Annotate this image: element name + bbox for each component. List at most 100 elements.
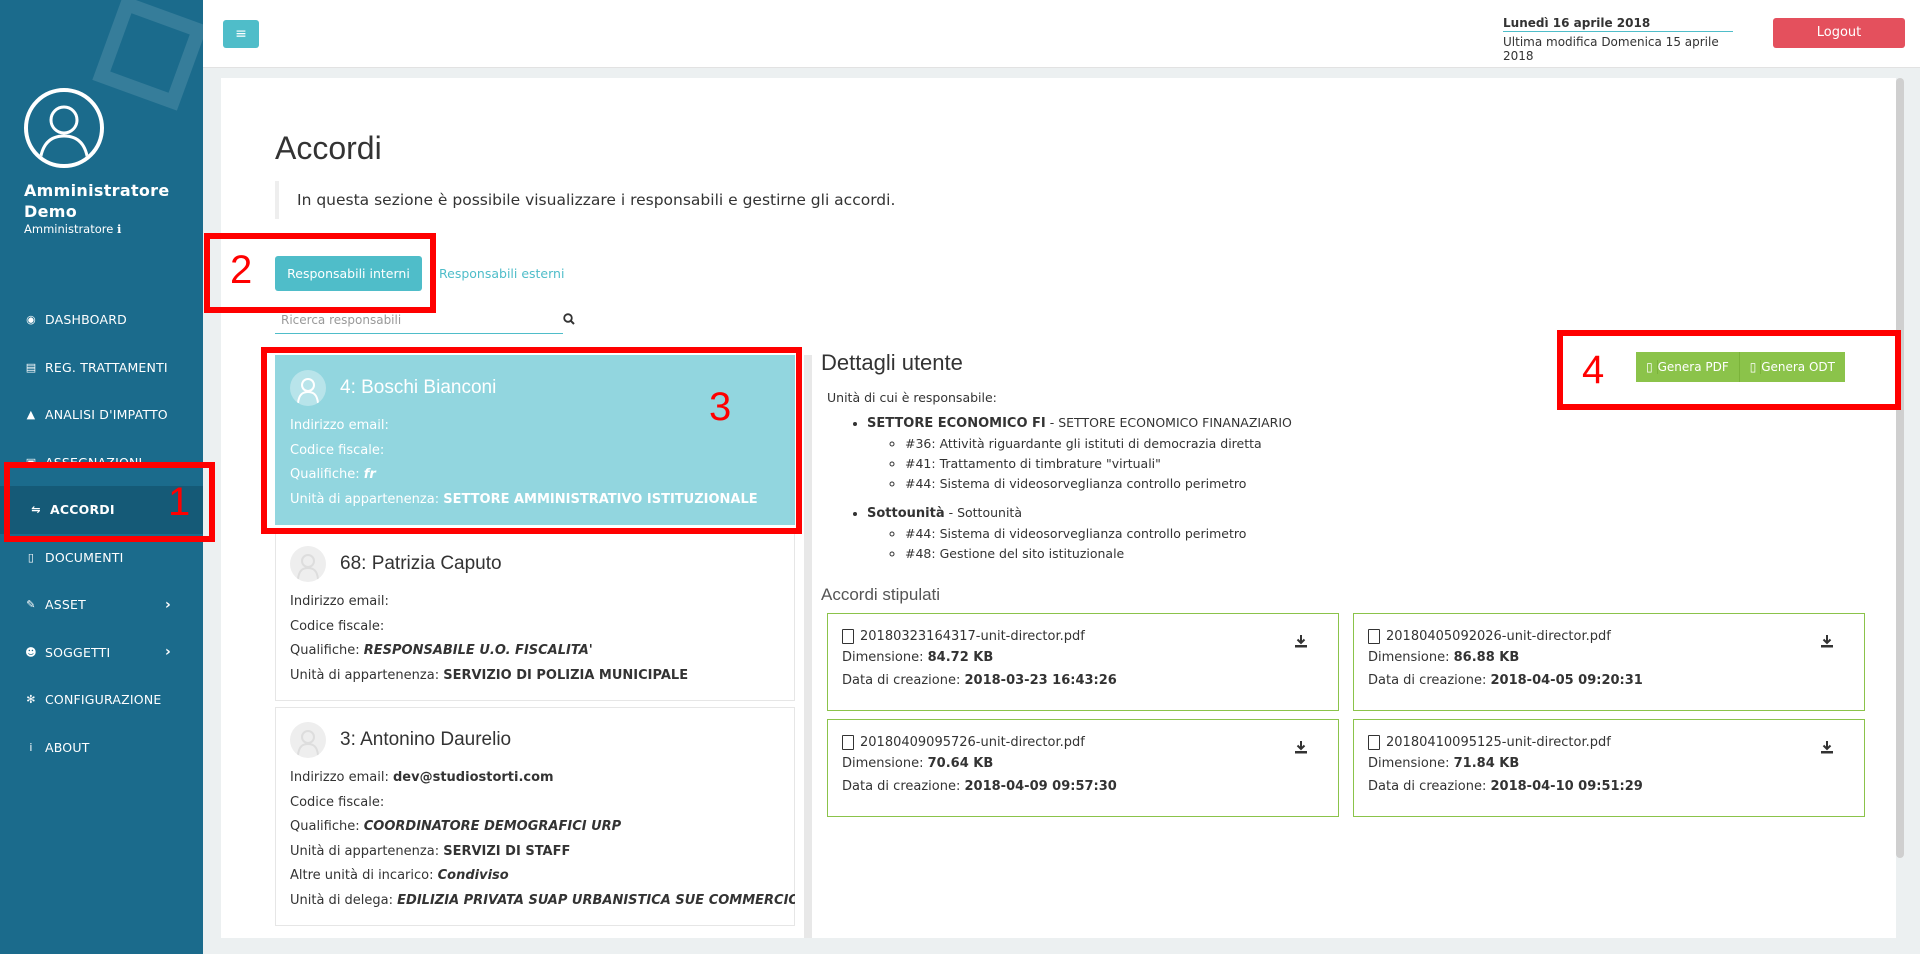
chevron-right-icon: › (165, 596, 171, 613)
user-avatar (24, 88, 104, 168)
agreement-created: Data di creazione: 2018-04-10 09:51:29 (1368, 775, 1850, 798)
agreement-size: Dimensione: 70.64 KB (842, 752, 1324, 775)
unit-item: SETTORE ECONOMICO FI - SETTORE ECONOMICO… (867, 415, 1881, 493)
field-label: Unità di appartenenza: (290, 667, 440, 683)
field-label: Indirizzo email: (290, 594, 389, 609)
created-value: 2018-04-10 09:51:29 (1490, 779, 1643, 794)
size-value: 86.88 KB (1453, 650, 1520, 665)
last-modified: Ultima modifica Domenica 15 aprile 2018 (1503, 35, 1719, 63)
field-label: Qualifiche: (290, 643, 360, 658)
sidebar-item-soggetti[interactable]: ☻ SOGGETTI › (0, 629, 203, 677)
manager-name: 3: Antonino Daurelio (340, 729, 512, 750)
agreement-created: Data di creazione: 2018-04-09 09:57:30 (842, 775, 1324, 798)
agreement-card: 20180410095125-unit-director.pdf Dimensio… (1353, 719, 1865, 817)
sidebar-item-about[interactable]: i ABOUT (0, 724, 203, 772)
file-pdf-icon (842, 628, 854, 644)
agreement-size: Dimensione: 84.72 KB (842, 646, 1324, 669)
annotation-number-4: 4 (1582, 348, 1605, 392)
manager-card[interactable]: 3: Antonino Daurelio Indirizzo email: dev… (275, 707, 795, 926)
field-label: Unità di appartenenza: (290, 843, 440, 859)
sidebar-item-label: ANALISI D'IMPATTO (45, 407, 168, 423)
sidebar-item-reg-trattamenti[interactable]: ▤ REG. TRATTAMENTI (0, 344, 203, 392)
field-label: Qualifiche: (290, 819, 360, 834)
top-bar: ≡ Lunedì 16 aprile 2018 Ultima modifica … (203, 0, 1920, 68)
size-value: 70.64 KB (927, 756, 994, 771)
agreement-filename: 20180409095726-unit-director.pdf (860, 734, 1085, 750)
size-label: Dimensione: (842, 756, 924, 771)
annotation-number-1: 1 (168, 480, 191, 524)
field-value: EDILIZIA PRIVATA SUAP URBANISTICA SUE CO… (397, 892, 795, 908)
manager-unit: Unità di appartenenza: SERVIZI DI STAFF (290, 840, 780, 865)
sidebar-item-dashboard[interactable]: ◉ DASHBOARD (0, 296, 203, 344)
menu-toggle-button[interactable]: ≡ (223, 20, 259, 48)
created-value: 2018-04-09 09:57:30 (964, 779, 1117, 794)
manager-fiscal: Codice fiscale: (290, 615, 780, 640)
download-icon[interactable] (1294, 740, 1308, 758)
size-label: Dimensione: (842, 650, 924, 665)
sidebar-item-label: ASSET (45, 597, 86, 613)
sidebar-item-analisi-d-impatto[interactable]: ▲ ANALISI D'IMPATTO (0, 391, 203, 439)
manager-email: Indirizzo email: dev@studiostorti.com (290, 766, 780, 791)
logo-decoration (92, 0, 203, 111)
download-icon[interactable] (1820, 740, 1834, 758)
page-description: In questa sezione è possibile visualizza… (275, 181, 1175, 219)
field-label: Unità di delega: (290, 892, 394, 908)
field-label: Indirizzo email: (290, 770, 389, 785)
avatar-icon (290, 546, 326, 582)
field-value: RESPONSABILE U.O. FISCALITA' (363, 643, 593, 658)
warning-icon: ▲ (26, 408, 36, 422)
manager-name: 68: Patrizia Caputo (340, 553, 502, 574)
agreement-filename: 20180410095125-unit-director.pdf (1386, 734, 1611, 750)
manager-email: Indirizzo email: (290, 590, 780, 615)
date-info: Lunedì 16 aprile 2018 Ultima modifica Do… (1503, 16, 1733, 63)
sidebar-item-configurazione[interactable]: ✻ CONFIGURAZIONE (0, 676, 203, 724)
size-label: Dimensione: (1368, 756, 1450, 771)
units-list: SETTORE ECONOMICO FI - SETTORE ECONOMICO… (867, 415, 1881, 563)
download-icon[interactable] (1294, 634, 1308, 652)
created-label: Data di creazione: (1368, 779, 1487, 794)
unit-desc: - Sottounità (944, 505, 1022, 520)
unit-item: Sottounità - Sottounità #44: Sistema di v… (867, 505, 1881, 563)
size-value: 71.84 KB (1453, 756, 1520, 771)
agreements-title: Accordi stipulati (821, 585, 941, 604)
agreement-created: Data di creazione: 2018-04-05 09:20:31 (1368, 669, 1850, 692)
current-date: Lunedì 16 aprile 2018 (1503, 16, 1733, 32)
file-pdf-icon (842, 734, 854, 750)
annotation-number-2: 2 (230, 248, 253, 292)
created-label: Data di creazione: (842, 673, 961, 688)
created-value: 2018-03-23 16:43:26 (964, 673, 1117, 688)
treatment-item: #44: Sistema di videosorveglianza contro… (905, 475, 1881, 493)
sidebar-item-label: DOCUMENTI (45, 549, 124, 565)
users-icon: ☻ (25, 645, 37, 659)
hamburger-icon: ≡ (235, 26, 247, 42)
agreement-filename: 20180405092026-unit-director.pdf (1386, 628, 1611, 644)
edit-icon: ✎ (26, 598, 36, 612)
manager-fiscal: Codice fiscale: (290, 791, 780, 816)
document-icon: ▯ (27, 550, 35, 564)
sidebar-item-label: CONFIGURAZIONE (45, 692, 162, 708)
agreement-size: Dimensione: 71.84 KB (1368, 752, 1850, 775)
annotation-box-3 (261, 347, 802, 534)
agreement-size: Dimensione: 86.88 KB (1368, 646, 1850, 669)
chevron-right-icon: › (165, 644, 171, 661)
manager-qual: Qualifiche: RESPONSABILE U.O. FISCALITA' (290, 639, 780, 664)
gear-icon: ✻ (26, 693, 36, 707)
download-icon[interactable] (1820, 634, 1834, 652)
avatar-icon (290, 722, 326, 758)
size-value: 84.72 KB (927, 650, 994, 665)
page-scrollbar[interactable] (1896, 78, 1904, 858)
user-details-panel: Dettagli utente ▯ Genera PDF ▯ Genera OD… (821, 350, 1881, 817)
logout-button[interactable]: Logout (1773, 18, 1905, 48)
manager-unit: Unità di appartenenza: SERVIZIO DI POLIZ… (290, 664, 780, 689)
search-icon[interactable] (563, 313, 575, 329)
manager-card[interactable]: 68: Patrizia Caputo Indirizzo email: Codi… (275, 531, 795, 701)
sidebar-item-asset[interactable]: ✎ ASSET › (0, 581, 203, 629)
manager-other-units: Altre unità di incarico: Condiviso (290, 864, 780, 889)
search-input[interactable]: Ricerca responsabili (275, 310, 563, 334)
tab-external-managers[interactable]: Responsabili esterni (439, 266, 564, 281)
agreements-grid: 20180323164317-unit-director.pdf Dimensio… (827, 613, 1881, 817)
field-value: Condiviso (437, 868, 509, 883)
list-scrollbar[interactable] (804, 355, 812, 938)
agreement-card: 20180323164317-unit-director.pdf Dimensio… (827, 613, 1339, 711)
info-icon[interactable]: ℹ (117, 222, 121, 236)
